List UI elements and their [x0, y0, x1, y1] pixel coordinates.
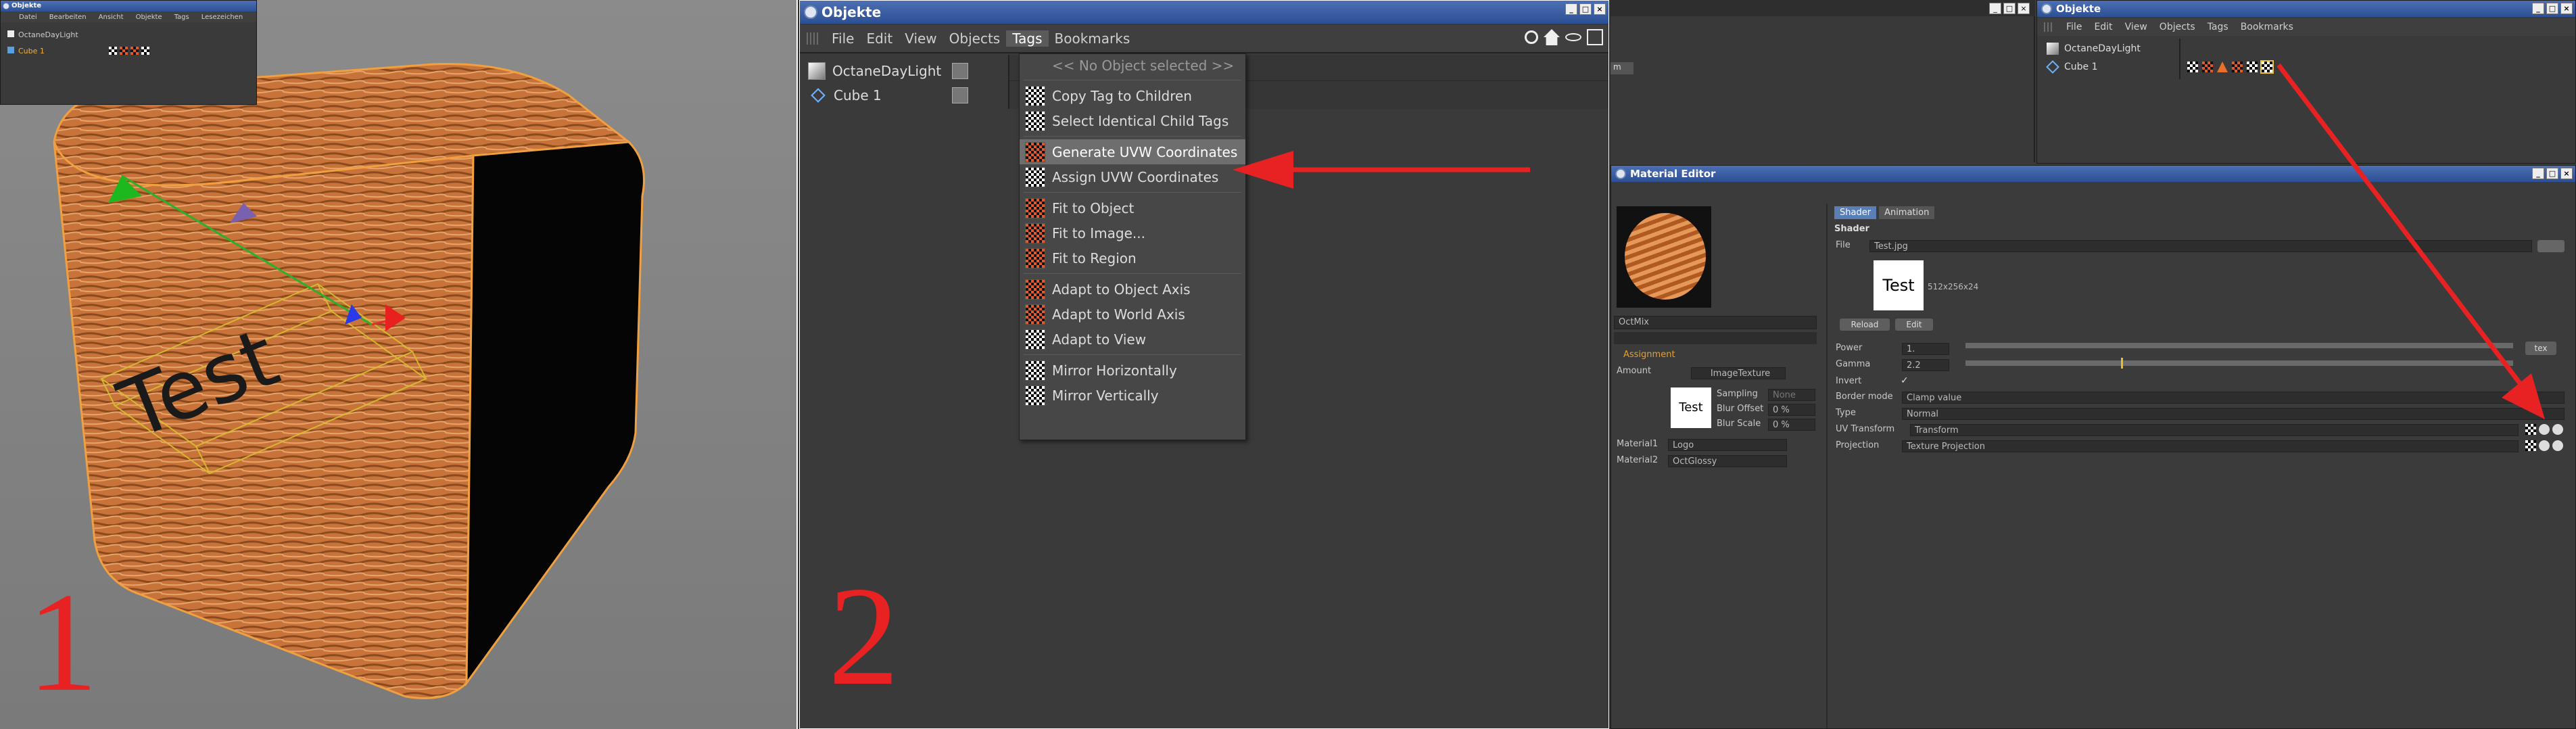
grip-icon[interactable] — [807, 32, 819, 45]
mini-window-title: Objekte — [11, 2, 42, 9]
wood-cube-render: Test — [53, 63, 645, 699]
minimize-button[interactable]: _ — [1565, 3, 1577, 15]
step-number-2: 2 — [828, 558, 899, 715]
menu-edit[interactable]: Edit — [860, 30, 899, 47]
mini-tag-icons — [109, 47, 149, 55]
red-arrow-annotation — [1233, 151, 1530, 189]
menu-file[interactable]: File — [826, 30, 860, 47]
step-number-1: 1 — [27, 564, 98, 721]
mini-menu-tags[interactable]: Tags — [168, 14, 195, 21]
mini-menubar: Datei Bearbeiten Ansicht Objekte Tags Le… — [1, 11, 256, 22]
menu-bookmarks[interactable]: Bookmarks — [1049, 30, 1137, 47]
cube-icon — [811, 88, 826, 103]
menu-item-fit-to-region[interactable]: Fit to Region — [1020, 245, 1245, 271]
mini-menu-datei[interactable]: Datei — [13, 14, 43, 21]
menu-item-adapt-to-object-axis[interactable]: Adapt to Object Axis — [1020, 277, 1245, 302]
light-icon — [7, 30, 14, 37]
light-icon — [808, 62, 826, 80]
cube-icon — [7, 47, 14, 53]
viewport-panel[interactable]: Test Objekte Datei Bearbeiten Ansicht Ob… — [0, 0, 796, 729]
menu-objects[interactable]: Objects — [943, 30, 1007, 47]
red-arrow-annotation — [2276, 63, 2545, 419]
arrows-icon[interactable] — [1565, 33, 1581, 41]
menu-item-select-identical-child-tags[interactable]: Select Identical Child Tags — [1020, 108, 1245, 133]
menu-item-mirror-horizontally[interactable]: Mirror Horizontally — [1020, 358, 1245, 383]
list-item[interactable]: Cube 1 — [808, 83, 1004, 108]
mini-menu-objekte[interactable]: Objekte — [130, 14, 168, 21]
maximize-button[interactable]: □ — [1579, 3, 1592, 15]
mini-menu-lesezeichen[interactable]: Lesezeichen — [195, 14, 249, 21]
tags-dropdown-menu[interactable]: << No Object selected >> Copy Tag to Chi… — [1019, 53, 1246, 440]
menu-item-copy-tag-to-children[interactable]: Copy Tag to Children — [1020, 83, 1245, 108]
mini-object-row[interactable]: OctaneDayLight — [7, 30, 78, 39]
menu-item-adapt-to-view[interactable]: Adapt to View — [1020, 327, 1245, 352]
menu-item-adapt-to-world-axis[interactable]: Adapt to World Axis — [1020, 302, 1245, 327]
menu-item-fit-to-object[interactable]: Fit to Object — [1020, 195, 1245, 220]
objects-window-large[interactable]: Objekte _ □ × File Edit View Objects Tags … — [799, 0, 1609, 729]
menu-view[interactable]: View — [899, 30, 943, 47]
panel3: _ □ × m Objekte _ □ × File Edit View Objects… — [1611, 0, 2576, 729]
menu-header: << No Object selected >> — [1052, 57, 1235, 74]
uvw-tag-icon — [1025, 141, 1045, 162]
home-icon[interactable] — [1544, 29, 1560, 45]
menu-item-mirror-vertically[interactable]: Mirror Vertically — [1020, 383, 1245, 408]
window-title: Objekte — [821, 4, 882, 20]
mini-menu-bearbeiten[interactable]: Bearbeiten — [43, 14, 93, 21]
list-item[interactable]: OctaneDayLight — [808, 59, 1004, 83]
menu-item-generate-uvw-coordinates[interactable]: Generate UVW Coordinates — [1020, 139, 1245, 164]
mini-menu-ansicht[interactable]: Ansicht — [93, 14, 130, 21]
menubar: File Edit View Objects Tags Bookmarks — [800, 25, 1608, 52]
new-panel-icon[interactable] — [1587, 29, 1603, 45]
menu-item-assign-uvw-coordinates[interactable]: Assign UVW Coordinates — [1020, 164, 1245, 189]
search-icon[interactable] — [1525, 30, 1538, 44]
menu-item-fit-to-image[interactable]: Fit to Image... — [1020, 220, 1245, 245]
visibility-icons[interactable] — [952, 63, 968, 103]
menu-tags[interactable]: Tags — [1006, 30, 1049, 47]
mini-object-row[interactable]: Cube 1 — [7, 47, 45, 55]
close-button[interactable]: × — [1594, 3, 1606, 15]
mini-objects-window[interactable]: Objekte Datei Bearbeiten Ansicht Objekte… — [0, 0, 257, 105]
